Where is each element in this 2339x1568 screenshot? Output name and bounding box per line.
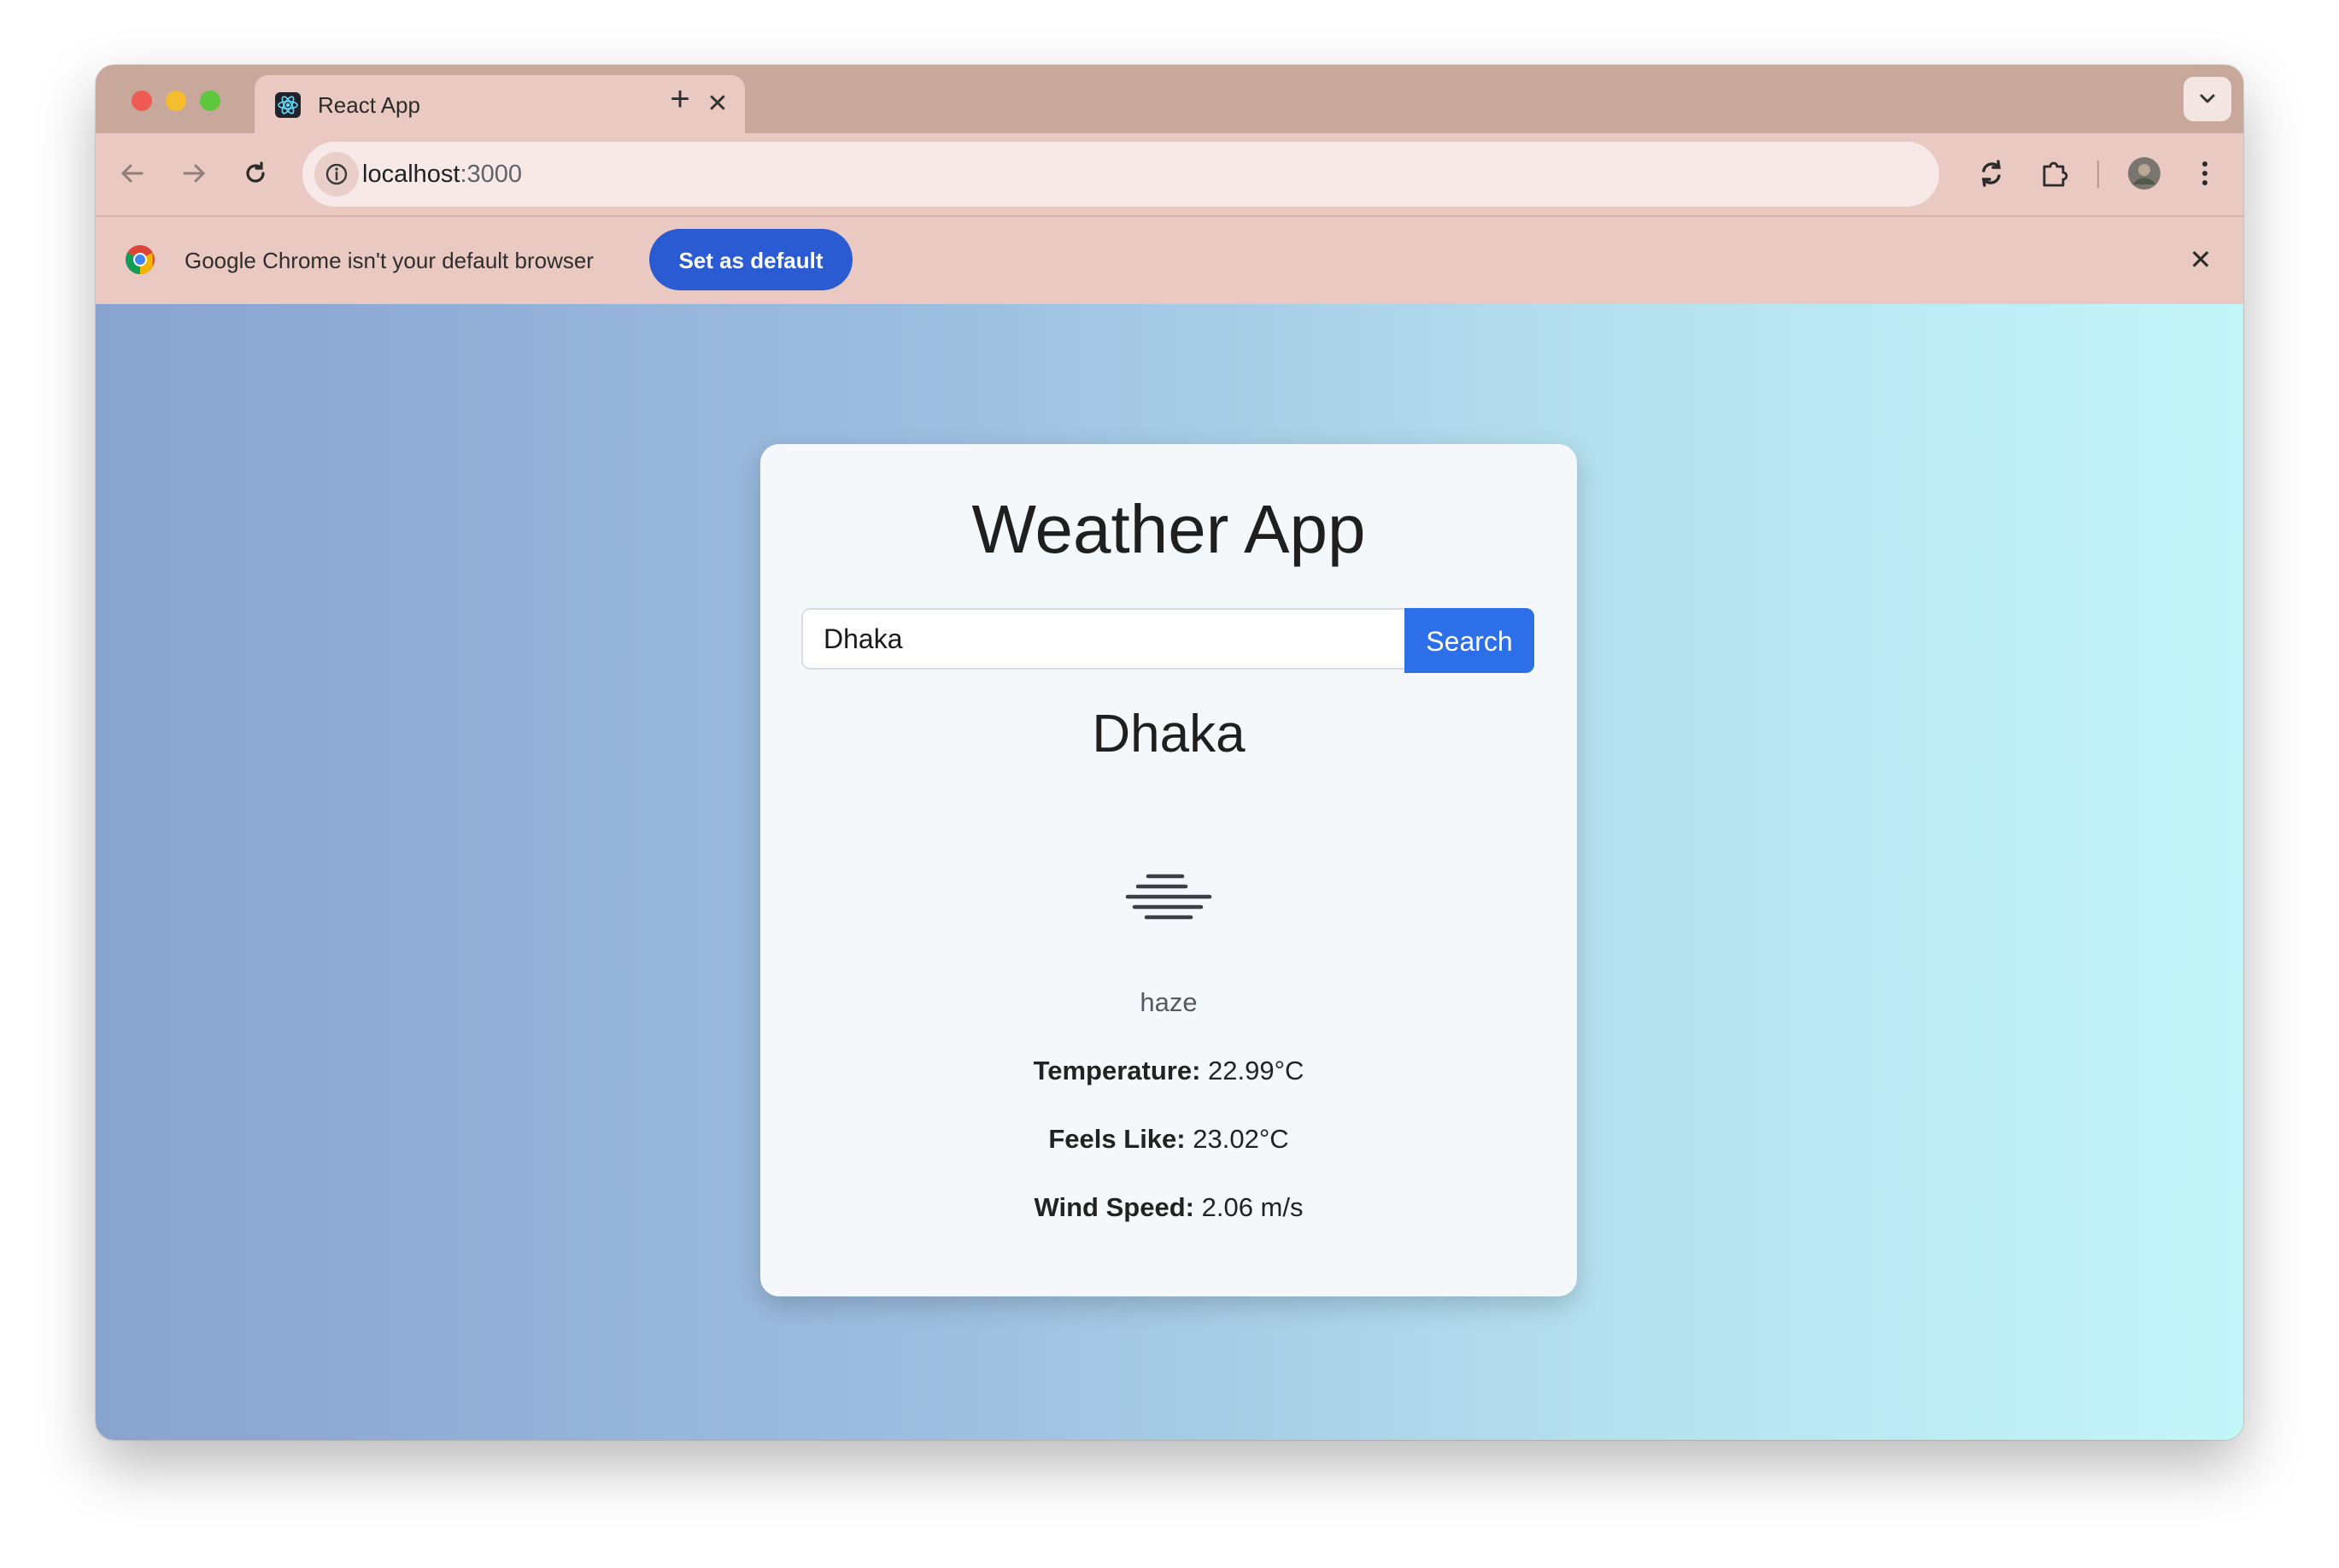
weather-card: Weather App Search Dhaka haze Temper: [760, 444, 1577, 1296]
new-tab-button[interactable]: +: [661, 80, 699, 118]
url-host: localhost: [362, 161, 460, 188]
temperature-label: Temperature:: [1033, 1056, 1201, 1085]
search-button[interactable]: Search: [1404, 608, 1534, 673]
close-tab-icon[interactable]: ✕: [702, 87, 733, 121]
page-title: Weather App: [971, 491, 1366, 567]
chevron-down-icon: [2200, 94, 2215, 103]
wind-speed-value: 2.06 m/s: [1201, 1192, 1304, 1222]
city-search-input[interactable]: [801, 608, 1404, 670]
feels-like-value: 23.02°C: [1193, 1124, 1289, 1154]
arrow-right-icon: [183, 164, 205, 183]
sync-icon: [1982, 160, 2001, 187]
address-bar[interactable]: [302, 142, 1939, 207]
arrow-left-icon: [121, 164, 144, 183]
tab-title: React App: [318, 92, 420, 118]
reload-button[interactable]: [234, 152, 277, 195]
back-button[interactable]: [111, 152, 154, 195]
url-port: :3000: [460, 161, 523, 188]
tab-strip: React App ✕ +: [96, 65, 2243, 133]
wind-speed-label: Wind Speed:: [1034, 1192, 1194, 1222]
puzzle-icon: [2043, 161, 2068, 187]
profile-avatar[interactable]: [2123, 152, 2166, 195]
react-icon: [275, 92, 301, 118]
browser-window: React App ✕ + localhost:3000 Google Chro…: [96, 65, 2243, 1440]
temperature-value: 22.99°C: [1208, 1056, 1304, 1085]
feels-like-row: Feels Like: 23.02°C: [760, 1122, 1577, 1156]
site-info-icon[interactable]: [314, 152, 359, 196]
infobar-message: Google Chrome isn't your default browser: [185, 248, 594, 273]
reload-icon: [246, 161, 265, 183]
default-browser-infobar: Google Chrome isn't your default browser…: [96, 215, 2243, 304]
haze-icon: [1117, 863, 1220, 931]
feels-like-label: Feels Like:: [1048, 1124, 1186, 1154]
temperature-row: Temperature: 22.99°C: [760, 1054, 1577, 1088]
avatar-icon: [2128, 157, 2160, 190]
weather-description: haze: [1140, 987, 1198, 1017]
minimize-window-button[interactable]: [166, 91, 186, 111]
chrome-icon: [125, 244, 155, 275]
close-icon[interactable]: ✕: [2184, 243, 2218, 277]
menu-button[interactable]: [2184, 152, 2226, 195]
close-window-button[interactable]: [132, 91, 152, 111]
page-content: Weather App Search Dhaka haze Temper: [96, 304, 2243, 1440]
maximize-window-button[interactable]: [200, 91, 220, 111]
more-vertical-icon: [2202, 161, 2207, 185]
tab-search-button[interactable]: [2184, 77, 2231, 121]
city-name: Dhaka: [1092, 705, 1246, 764]
wind-speed-row: Wind Speed: 2.06 m/s: [760, 1191, 1577, 1225]
extensions-button[interactable]: [2033, 152, 2076, 195]
toolbar-divider: [2097, 161, 2099, 188]
url-text[interactable]: localhost:3000: [362, 157, 522, 191]
set-as-default-button[interactable]: Set as default: [649, 229, 853, 290]
sync-button[interactable]: [1970, 152, 2013, 195]
forward-button[interactable]: [173, 152, 215, 195]
